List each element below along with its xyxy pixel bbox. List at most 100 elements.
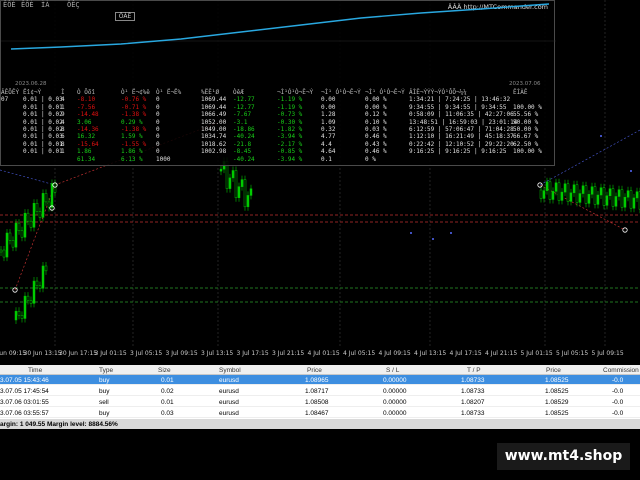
trade-cell: -0.0 <box>612 388 624 395</box>
stats-cell: ÊÌÀÊ <box>513 89 528 96</box>
watermark-logo: www.mt4.shop <box>497 443 630 470</box>
stats-cell: 0.10 % <box>365 118 387 126</box>
trade-cell: 0.01 <box>161 399 174 406</box>
col-size[interactable]: Size <box>158 367 171 374</box>
stats-cell: 0 <box>156 140 160 148</box>
stats-cell: -0.30 % <box>277 118 303 126</box>
stats-cell: 1069.44 <box>201 96 227 104</box>
candle-body <box>569 192 573 202</box>
trade-cell: 1.08508 <box>305 399 329 406</box>
candle-body <box>20 315 24 319</box>
candle-body <box>35 280 39 286</box>
stats-cell: 6 <box>61 133 65 141</box>
candle-body <box>240 179 244 187</box>
trade-cell: sell <box>99 399 109 406</box>
stats-cell: -0.73 % <box>277 111 303 119</box>
candle-body <box>5 232 9 258</box>
time-axis-label: 5 Jul 05:15 <box>556 350 589 357</box>
stats-cell: 0.01 | 0.01 <box>23 140 63 148</box>
stats-cell: 0 % <box>365 155 376 163</box>
stats-cell: 0:58:09 | 11:06:35 | 42:27:06 <box>409 111 514 119</box>
stats-cell: 0 <box>156 125 160 133</box>
stats-cell: -14.48 <box>77 111 99 119</box>
candle-body <box>219 168 223 172</box>
col-symbol[interactable]: Symbol <box>219 367 241 374</box>
stats-cell: 1000 <box>156 155 171 163</box>
col-sl[interactable]: S / L <box>386 367 399 374</box>
stats-cell: -12.77 <box>233 96 255 104</box>
stats-cell: -3.94 % <box>277 155 303 163</box>
stats-cell: -1.38 % <box>121 111 147 119</box>
stats-cell: -1.38 % <box>121 125 147 133</box>
candle-body <box>243 179 247 208</box>
trade-cell: eurusd <box>219 399 239 406</box>
level-marker <box>630 170 632 172</box>
trade-terminal: Time Type Size Symbol Price S / L T / P … <box>0 365 640 429</box>
trade-cell: 1.08733 <box>461 388 485 395</box>
candle-body <box>26 295 30 301</box>
stats-cell: 9:34:55 | 9:34:55 | 9:34:55 <box>409 103 507 111</box>
trade-cell: -0.0 <box>612 399 624 406</box>
stats-cell: Ò¹ Ë¬¢%ë <box>121 89 150 96</box>
candle-body <box>560 191 564 201</box>
candle-body <box>14 222 18 248</box>
candle-body <box>249 188 253 196</box>
trade-row[interactable]: 3.07.06 03:55:57 buy 0.03 eurusd 1.08467 0.00… <box>0 408 640 418</box>
candle-body <box>246 195 250 208</box>
candle-body <box>0 249 3 253</box>
time-axis-label: 3 Jul 13:15 <box>201 350 234 357</box>
trade-row[interactable]: 3.07.05 15:43:46 buy 0.01 eurusd 1.08965 0.00… <box>0 375 640 385</box>
stats-row: 0.01 | 0.01 1 -7.56 -0.71 % 0 1069.44 -12.77 -1… <box>1 104 556 111</box>
candle-body <box>575 184 579 203</box>
stats-cell: 1.86 <box>77 148 92 156</box>
time-axis-label: 4 Jul 17:15 <box>449 350 482 357</box>
terminal-header: Time Type Size Symbol Price S / L T / P … <box>0 365 640 375</box>
candle-body <box>563 183 567 193</box>
candle-body <box>2 249 6 258</box>
candle-body <box>578 193 582 203</box>
trade-cell: 1.08525 <box>545 388 569 395</box>
stats-cell: 1:34:21 | 7:24:25 | 13:46:32 <box>409 96 511 104</box>
stats-cell: 0 <box>156 133 160 141</box>
candle-body <box>587 194 591 204</box>
trade-cell: 3.07.05 17:45:54 <box>0 388 49 395</box>
stats-cell: 0.12 % <box>365 111 387 119</box>
col-type[interactable]: Type <box>99 367 113 374</box>
stats-cell: -15.64 <box>77 140 99 148</box>
stats-cell: ¬Ì¹ Ó¹Ò¬Ê¬Ý <box>365 89 405 96</box>
col-time[interactable]: Time <box>28 367 42 374</box>
stats-cell: 9 <box>61 111 65 119</box>
trade-cell: 0.00000 <box>383 410 407 417</box>
stats-cell: Ò¹ Ë¬Ë% <box>156 89 182 96</box>
stats-cell: 16.32 <box>77 133 96 141</box>
time-axis-label: 5 Jul 01:15 <box>520 350 553 357</box>
trade-row[interactable]: 3.07.06 03:01:55 sell 0.01 eurusd 1.08508 0.0… <box>0 397 640 407</box>
trade-cell: 1.08525 <box>545 377 569 384</box>
candle-body <box>32 280 36 304</box>
candle-body <box>234 170 238 198</box>
stats-cell: 100.00 % <box>513 148 542 156</box>
col-commission[interactable]: Commission <box>603 367 639 374</box>
stats-cell: 4.64 <box>321 148 336 156</box>
stats-cell: ¬Ì¹Ó¹Ò¬Ê¬Ý <box>277 89 314 96</box>
trade-row[interactable]: 3.07.05 17:45:54 buy 0.02 eurusd 1.08717 0.00… <box>0 386 640 396</box>
candle-body <box>572 184 576 194</box>
candle-body <box>38 285 42 289</box>
stats-row: 0.01 | 0.01 1 1.86 1.86 % 0 1002.98 -8.45 -0.85… <box>1 148 556 155</box>
price-chart[interactable]: ÊÔÈ ÊÔÈ ÌÀ ÔÊÇ ÄÂÄ http://MTCommander.co… <box>0 0 640 365</box>
trade-cell: 0.00000 <box>383 377 407 384</box>
col-open-price[interactable]: Price <box>307 367 322 374</box>
stats-cell: 8 <box>61 140 65 148</box>
stats-cell: 0.43 % <box>365 140 387 148</box>
stats-cell: 1 <box>61 148 65 156</box>
candle-body <box>542 190 546 199</box>
stats-cell: 13:48:51 | 16:59:03 | 23:01:14 <box>409 118 518 126</box>
stats-cell: 0 <box>156 103 160 111</box>
time-axis: 30 Jun 09:1530 Jun 13:1530 Jun 17:153 Ju… <box>0 348 640 362</box>
col-current-price[interactable]: Price <box>546 367 561 374</box>
stats-cell: 0.01 | 0.03 <box>23 133 63 141</box>
stats-cell: ÂÌÊ¬ÝÝÝ¬ÝÒ¹ÔÕ¬¼¼ <box>409 89 467 96</box>
candle-body <box>23 295 27 319</box>
col-tp[interactable]: T / P <box>467 367 481 374</box>
stats-cell: 1018.62 <box>201 140 227 148</box>
